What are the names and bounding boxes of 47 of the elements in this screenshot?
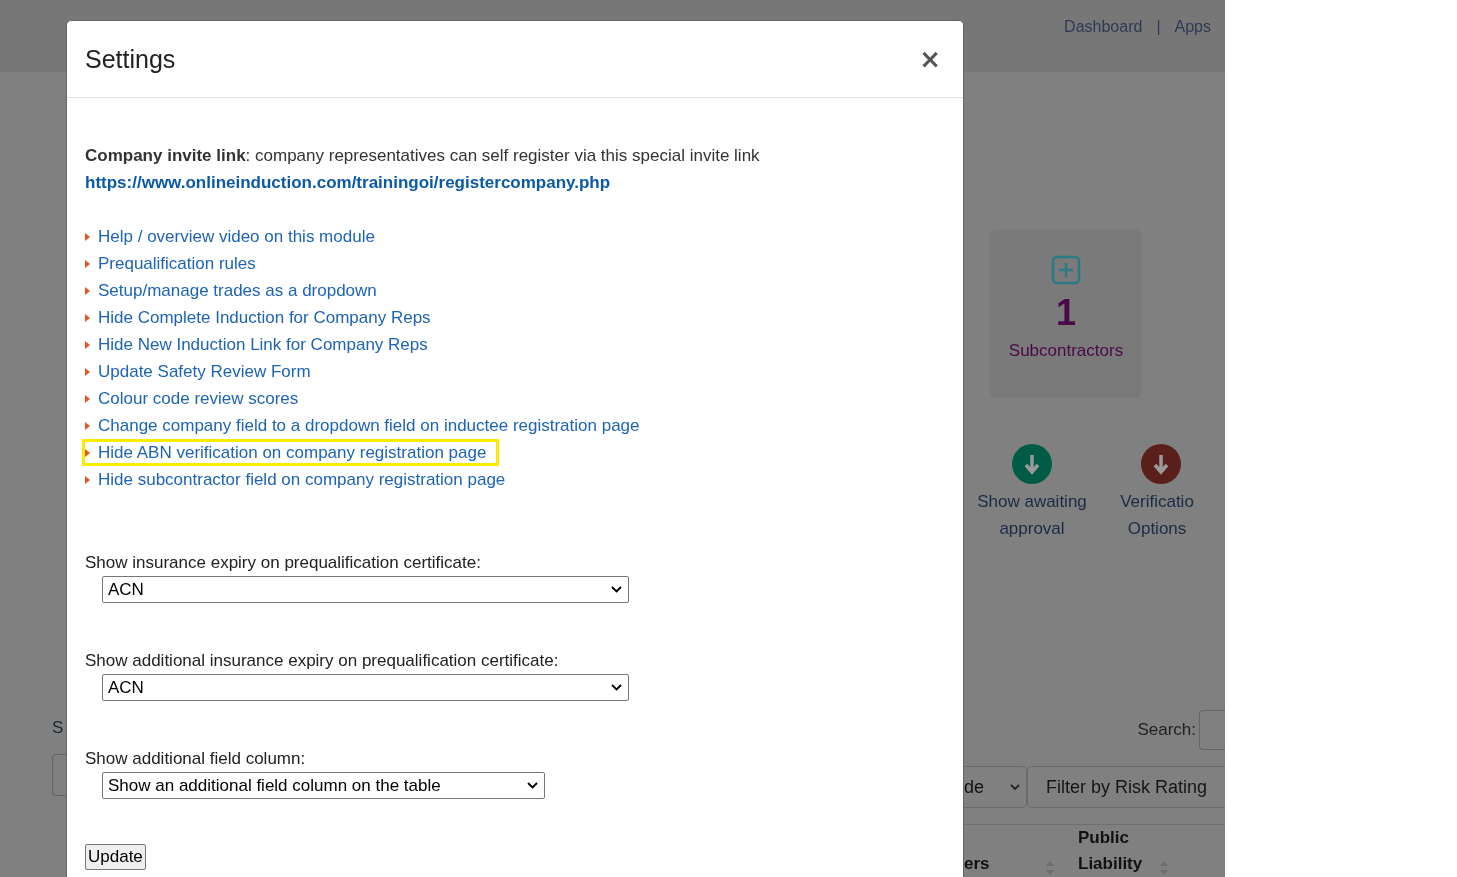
- chevron-down-icon: [611, 684, 622, 691]
- invite-description: Company invite link: company representatives can self register via this special invite link: [85, 145, 760, 167]
- column-header[interactable]: Public Liability: [1078, 825, 1160, 877]
- chevron-down-icon: [611, 586, 622, 593]
- bullet-icon: [85, 259, 90, 268]
- dropdown[interactable]: Show an additional field column on the table: [102, 772, 545, 799]
- settings-link[interactable]: Change company field to a dropdown field on inductee registration page: [98, 415, 640, 436]
- field-label: Show additional insurance expiry on prequalification certificate:: [85, 650, 559, 672]
- invite-link[interactable]: https://www.onlineinduction.com/trainingoi/registercompany.php: [85, 169, 611, 196]
- bullet-icon: [85, 232, 90, 241]
- stat-label: Subcontractors: [1008, 341, 1124, 361]
- close-button[interactable]: ×: [915, 44, 945, 74]
- settings-link[interactable]: Update Safety Review Form: [98, 361, 311, 382]
- action-label[interactable]: Verificatio Options: [1117, 488, 1197, 542]
- bullet-icon: [85, 313, 90, 322]
- bullet-icon: [85, 421, 90, 430]
- plus-square-icon: [1051, 255, 1081, 285]
- settings-link[interactable]: Hide ABN verification on company registration page: [98, 442, 487, 463]
- dropdown[interactable]: ACN: [102, 576, 629, 603]
- action-label[interactable]: Show awaiting approval: [964, 488, 1100, 542]
- settings-link[interactable]: Setup/manage trades as a dropdown: [98, 280, 377, 301]
- field-label: Show insurance expiry on prequalification certificate:: [85, 552, 481, 574]
- chevron-down-icon: [527, 782, 538, 789]
- settings-link[interactable]: Colour code review scores: [98, 388, 299, 409]
- settings-link[interactable]: Hide Complete Induction for Company Reps: [98, 307, 431, 328]
- settings-link[interactable]: Hide subcontractor field on company registration page: [98, 469, 506, 490]
- stat-count: 1: [1056, 295, 1076, 331]
- nav-separator: |: [1156, 18, 1161, 36]
- bullet-icon: [85, 367, 90, 376]
- column-header[interactable]: ers: [964, 851, 1046, 877]
- stat-card[interactable]: 1 Subcontractors: [990, 230, 1142, 398]
- update-button[interactable]: Update: [85, 844, 146, 870]
- search-label: Search:: [1137, 720, 1196, 740]
- filter-field[interactable]: Filter by Risk Rating: [1027, 766, 1225, 808]
- settings-link[interactable]: Prequalification rules: [98, 253, 256, 274]
- bullet-icon: [85, 448, 90, 457]
- label-fragment: S: [52, 718, 64, 738]
- bullet-icon: [85, 394, 90, 403]
- settings-link[interactable]: Hide New Induction Link for Company Reps: [98, 334, 428, 355]
- chevron-down-icon[interactable]: [1010, 783, 1020, 791]
- bullet-icon: [85, 475, 90, 484]
- dropdown[interactable]: ACN: [102, 674, 629, 701]
- dialog-title: Settings: [85, 44, 176, 74]
- field-label: Show additional field column:: [85, 748, 306, 770]
- bullet-icon: [85, 286, 90, 295]
- bullet-icon: [85, 340, 90, 349]
- settings-link[interactable]: Help / overview video on this module: [98, 226, 375, 247]
